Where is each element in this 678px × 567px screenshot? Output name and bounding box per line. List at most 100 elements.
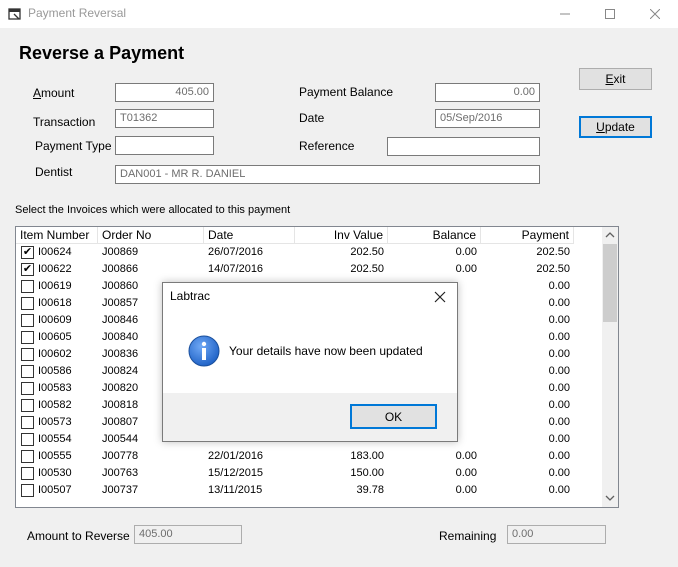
table-row[interactable]: ✔ I00624 J00869 26/07/2016 202.50 0.00 202.50 xyxy=(16,244,604,261)
cell-balance: 0.00 xyxy=(455,263,477,275)
date-field[interactable]: 05/Sep/2016 xyxy=(435,109,540,128)
cell-order-no: J00869 xyxy=(102,246,139,258)
update-button[interactable]: Update xyxy=(579,116,652,138)
row-checkbox[interactable] xyxy=(21,331,34,344)
cell-inv-value: 202.50 xyxy=(350,263,384,275)
invoice-scrollbar[interactable] xyxy=(602,227,618,507)
payment-type-label: Payment Type xyxy=(35,139,112,153)
dentist-field[interactable]: DAN001 - MR R. DANIEL xyxy=(115,165,540,184)
cell-inv-value: 39.78 xyxy=(356,484,384,496)
table-row[interactable]: ✔ I00622 J00866 14/07/2016 202.50 0.00 202.50 xyxy=(16,261,604,278)
date-label: Date xyxy=(299,111,325,125)
page-heading: Reverse a Payment xyxy=(19,43,185,63)
cell-date: 13/11/2015 xyxy=(208,484,263,496)
item-number: I00624 xyxy=(38,246,72,258)
amount-to-reverse-field[interactable]: 405.00 xyxy=(134,525,242,544)
remaining-field[interactable]: 0.00 xyxy=(507,525,606,544)
row-checkbox[interactable] xyxy=(21,297,34,310)
item-number: I00573 xyxy=(38,416,72,428)
col-item-number[interactable]: Item Number xyxy=(16,227,98,244)
dialog-close-button[interactable] xyxy=(432,289,448,305)
table-row[interactable]: I00530 J00763 15/12/2015 150.00 0.00 0.00 xyxy=(16,465,604,482)
cell-payment: 0.00 xyxy=(548,433,570,445)
cell-date: 26/07/2016 xyxy=(208,246,264,258)
item-number: I00622 xyxy=(38,263,72,275)
col-date[interactable]: Date xyxy=(204,227,295,244)
transaction-field[interactable]: T01362 xyxy=(115,109,214,128)
close-icon xyxy=(434,291,446,303)
table-row[interactable]: I00555 J00778 22/01/2016 183.00 0.00 0.00 xyxy=(16,448,604,465)
item-number: I00530 xyxy=(38,467,72,479)
row-checkbox[interactable] xyxy=(21,433,34,446)
col-payment[interactable]: Payment xyxy=(481,227,574,244)
row-checkbox[interactable] xyxy=(21,450,34,463)
invoice-table-header: Item Number Order No Date Inv Value Bala… xyxy=(16,227,574,244)
col-order-no[interactable]: Order No xyxy=(98,227,204,244)
ok-button[interactable]: OK xyxy=(350,404,437,429)
row-checkbox[interactable] xyxy=(21,348,34,361)
cell-item-number: I00582 xyxy=(16,397,98,414)
maximize-button[interactable] xyxy=(587,0,633,28)
cell-payment: 0.00 xyxy=(548,365,570,377)
app-icon xyxy=(8,7,22,21)
cell-payment: 0.00 xyxy=(548,416,570,428)
payment-balance-field[interactable]: 0.00 xyxy=(435,83,540,102)
cell-balance: 0.00 xyxy=(455,246,477,258)
row-checkbox[interactable] xyxy=(21,365,34,378)
cell-item-number: I00586 xyxy=(16,363,98,380)
cell-inv-value: 183.00 xyxy=(350,450,384,462)
cell-payment: 0.00 xyxy=(548,382,570,394)
row-checkbox[interactable] xyxy=(21,314,34,327)
cell-item-number: I00507 xyxy=(16,482,98,499)
cell-item-number: I00618 xyxy=(16,295,98,312)
cell-item-number: I00554 xyxy=(16,431,98,448)
cell-date: 22/01/2016 xyxy=(208,450,264,462)
cell-item-number: I00555 xyxy=(16,448,98,465)
cell-order-no: J00778 xyxy=(102,450,139,462)
row-checkbox[interactable] xyxy=(21,280,34,293)
remaining-label: Remaining xyxy=(439,529,497,543)
row-checkbox[interactable] xyxy=(21,467,34,480)
invoice-instruction: Select the Invoices which were allocated… xyxy=(15,204,291,216)
row-checkbox[interactable] xyxy=(21,399,34,412)
cell-item-number: I00609 xyxy=(16,312,98,329)
row-checkbox[interactable] xyxy=(21,382,34,395)
item-number: I00554 xyxy=(38,433,72,445)
table-row[interactable]: I00507 J00737 13/11/2015 39.78 0.00 0.00 xyxy=(16,482,604,499)
cell-item-number: I00530 xyxy=(16,465,98,482)
close-window-button[interactable] xyxy=(632,0,678,28)
item-number: I00586 xyxy=(38,365,72,377)
item-number: I00618 xyxy=(38,297,72,309)
item-number: I00609 xyxy=(38,314,72,326)
cell-payment: 0.00 xyxy=(548,450,570,462)
col-balance[interactable]: Balance xyxy=(388,227,481,244)
row-checkbox[interactable]: ✔ xyxy=(21,246,34,259)
dialog-message: Your details have now been updated xyxy=(229,344,423,358)
window-title: Payment Reversal xyxy=(28,6,127,20)
item-number: I00619 xyxy=(38,280,72,292)
row-checkbox[interactable] xyxy=(21,484,34,497)
row-checkbox[interactable]: ✔ xyxy=(21,263,34,276)
message-dialog: Labtrac Your details have now been updat… xyxy=(162,282,458,442)
chevron-down-icon xyxy=(605,495,615,501)
reference-field[interactable] xyxy=(387,137,540,156)
cell-order-no: J00763 xyxy=(102,467,139,479)
cell-payment: 0.00 xyxy=(548,484,570,496)
cell-payment: 202.50 xyxy=(536,246,570,258)
row-checkbox[interactable] xyxy=(21,416,34,429)
cell-item-number: ✔ I00624 xyxy=(16,244,98,261)
minimize-button[interactable] xyxy=(542,0,588,28)
cell-payment: 202.50 xyxy=(536,263,570,275)
dentist-label: Dentist xyxy=(35,165,73,179)
amount-label: Amount xyxy=(33,86,75,100)
col-inv-value[interactable]: Inv Value xyxy=(295,227,388,244)
amount-to-reverse-label: Amount to Reverse xyxy=(27,529,130,543)
payment-type-field[interactable] xyxy=(115,136,214,155)
scrollbar-thumb[interactable] xyxy=(603,244,617,322)
cell-item-number: ✔ I00622 xyxy=(16,261,98,278)
cell-balance: 0.00 xyxy=(455,450,477,462)
exit-button[interactable]: Exit xyxy=(579,68,652,90)
cell-payment: 0.00 xyxy=(548,348,570,360)
item-number: I00507 xyxy=(38,484,72,496)
amount-field[interactable]: 405.00 xyxy=(115,83,214,102)
